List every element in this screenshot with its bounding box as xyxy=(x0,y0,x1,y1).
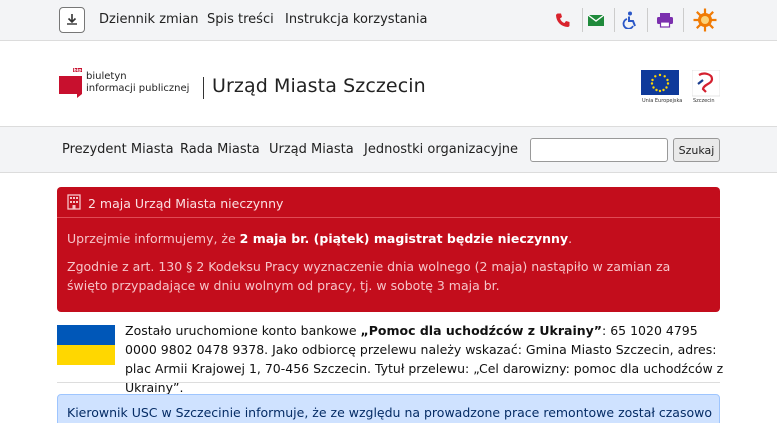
alert-heading: 2 maja Urząd Miasta nieczynny xyxy=(88,196,284,211)
alert-p1-before: Uprzejmie informujemy, że xyxy=(67,231,240,246)
svg-text:bip: bip xyxy=(74,68,83,74)
divider xyxy=(647,8,648,32)
nav-item-prezydent[interactable]: Prezydent Miasta xyxy=(62,142,174,157)
instructions-link[interactable]: Instrukcja korzystania xyxy=(285,12,427,27)
info-text: Kierownik USC w Szczecinie informuje, że… xyxy=(67,405,713,420)
divider xyxy=(614,8,615,32)
alert-p1-bold: 2 maja br. (piątek) magistrat będzie nie… xyxy=(239,231,569,246)
divider xyxy=(582,8,583,32)
accessibility-icon[interactable] xyxy=(620,10,640,30)
ukraine-donation-text: Zostało uruchomione konto bankowe „Pomoc… xyxy=(125,321,725,397)
contrast-icon[interactable] xyxy=(693,8,717,32)
phone-icon[interactable] xyxy=(553,10,573,30)
ua-text-bold: „Pomoc dla uchodźców z Ukrainy” xyxy=(360,323,603,338)
alert-paragraph-1: Uprzejmie informujemy, że 2 maja br. (pi… xyxy=(67,231,572,246)
search-button[interactable]: Szukaj xyxy=(673,138,720,162)
nav-item-urzad[interactable]: Urząd Miasta xyxy=(269,142,354,157)
changelog-link[interactable]: Dziennik zmian xyxy=(99,12,199,27)
nav-item-jednostki[interactable]: Jednostki organizacyjne xyxy=(364,142,518,157)
nav-item-rada[interactable]: Rada Miasta xyxy=(180,142,260,157)
ukraine-flag xyxy=(57,325,115,365)
divider xyxy=(683,8,684,32)
alert-paragraph-2: Zgodnie z art. 130 § 2 Kodeksu Pracy wyz… xyxy=(67,259,671,293)
bip-line2: informacji publicznej xyxy=(86,83,189,94)
contents-link[interactable]: Spis treści xyxy=(207,12,274,27)
alert-divider xyxy=(57,217,720,218)
email-icon[interactable] xyxy=(586,10,606,30)
building-icon xyxy=(67,194,81,210)
bip-logo[interactable]: bip biuletyn informacji publicznej xyxy=(59,68,199,102)
bip-line1: biuletyn xyxy=(86,71,127,82)
download-icon xyxy=(65,11,79,30)
header-divider xyxy=(203,77,204,99)
main-nav: Prezydent Miasta Rada Miasta Urząd Miast… xyxy=(0,126,777,173)
search-input[interactable] xyxy=(530,138,668,162)
szczecin-caption: Szczecin xyxy=(693,98,715,104)
site-header: bip biuletyn informacji publicznej Urząd… xyxy=(0,42,777,126)
section-divider xyxy=(57,382,720,383)
eu-caption: Unia Europejska xyxy=(642,98,683,104)
download-button[interactable] xyxy=(59,7,85,33)
alert-p1-after: . xyxy=(568,231,573,246)
ua-text-1: Zostało uruchomione konto bankowe xyxy=(125,323,361,338)
site-title: Urząd Miasta Szczecin xyxy=(212,75,426,97)
print-icon[interactable] xyxy=(655,10,675,30)
top-bar: Dziennik zmian Spis treści Instrukcja ko… xyxy=(0,0,777,41)
